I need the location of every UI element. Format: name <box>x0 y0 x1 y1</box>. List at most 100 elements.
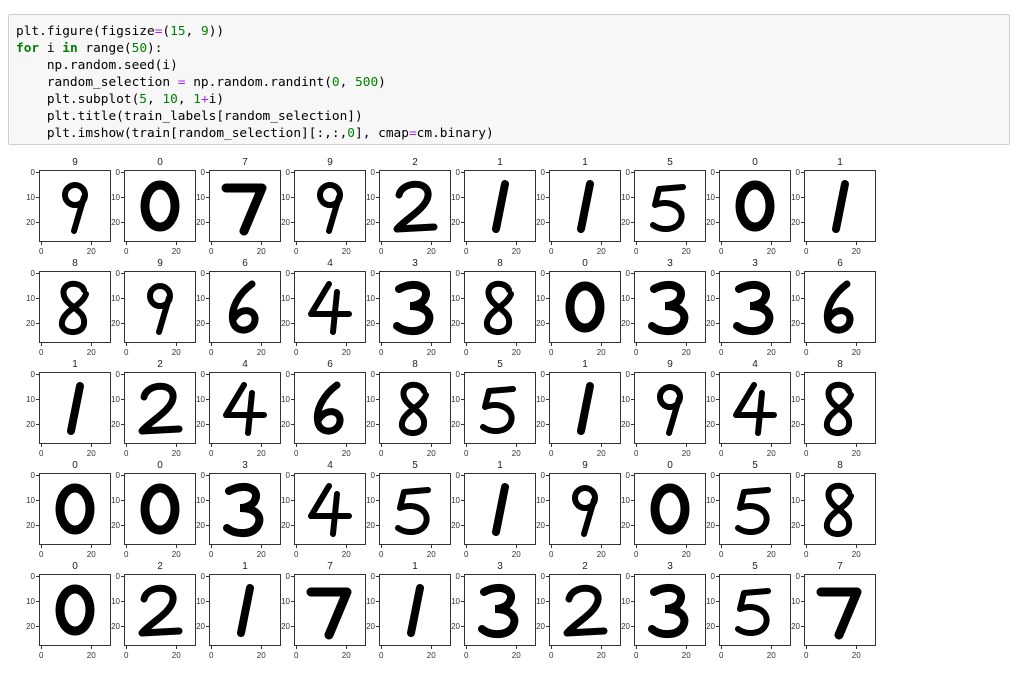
x-tick-mark <box>431 444 433 447</box>
y-tick-mark <box>376 222 379 224</box>
digit-subplot: 2 0 10 20 0 20 <box>96 561 196 661</box>
x-tick-label: 0 <box>379 247 384 256</box>
x-tick-label: 20 <box>851 651 861 660</box>
x-tick-mark <box>771 242 773 245</box>
y-tick-mark <box>461 626 464 628</box>
y-tick-mark <box>36 475 39 477</box>
x-tick-mark <box>431 343 433 346</box>
x-tick-label: 0 <box>294 247 299 256</box>
x-tick-label: 0 <box>124 550 129 559</box>
y-tick-mark <box>461 424 464 426</box>
y-tick-label: 20 <box>791 520 800 530</box>
y-tick-mark <box>121 525 124 527</box>
digit-subplot: 1 0 10 20 0 20 <box>776 157 876 257</box>
x-tick-mark <box>686 646 688 649</box>
y-tick-label: 10 <box>621 596 630 606</box>
digit-image <box>804 574 876 646</box>
digit-subplot: 1 0 10 20 0 20 <box>181 561 281 661</box>
x-tick-mark <box>431 545 433 548</box>
y-tick-label: 0 <box>115 167 120 177</box>
x-tick-mark <box>721 444 723 447</box>
digit-subplot: 5 0 10 20 0 20 <box>606 157 706 257</box>
y-tick-label: 20 <box>366 520 375 530</box>
y-tick-mark <box>461 399 464 401</box>
y-tick-mark <box>716 273 719 275</box>
y-tick-label: 20 <box>536 318 545 328</box>
digit-glyph <box>816 587 862 640</box>
y-tick-label: 0 <box>200 470 205 480</box>
x-tick-mark <box>601 343 603 346</box>
y-tick-mark <box>631 601 634 603</box>
y-tick-mark <box>631 525 634 527</box>
digit-subplot: 3 0 10 20 0 20 <box>606 258 706 358</box>
x-tick-mark <box>431 242 433 245</box>
y-tick-label: 10 <box>536 192 545 202</box>
x-tick-label: 0 <box>209 449 214 458</box>
y-tick-label: 20 <box>621 318 630 328</box>
x-tick-mark <box>686 242 688 245</box>
subplot-title: 7 <box>837 561 843 572</box>
x-tick-mark <box>91 545 93 548</box>
x-tick-mark <box>381 343 383 346</box>
x-tick-mark <box>686 545 688 548</box>
y-tick-mark <box>631 626 634 628</box>
x-tick-label: 0 <box>804 449 809 458</box>
digit-subplot: 5 0 10 20 0 20 <box>436 359 536 459</box>
y-tick-mark <box>36 273 39 275</box>
x-tick-mark <box>721 646 723 649</box>
y-tick-mark <box>291 475 294 477</box>
x-tick-mark <box>516 444 518 447</box>
digit-subplot: 6 0 10 20 0 20 <box>776 258 876 358</box>
y-tick-mark <box>36 197 39 199</box>
x-tick-label: 0 <box>464 550 469 559</box>
y-tick-mark <box>121 197 124 199</box>
y-tick-label: 0 <box>30 470 35 480</box>
digit-subplot: 1 0 10 20 0 20 <box>351 561 451 661</box>
y-tick-mark <box>546 273 549 275</box>
y-tick-mark <box>376 475 379 477</box>
x-tick-mark <box>41 242 43 245</box>
x-tick-label: 0 <box>549 449 554 458</box>
digit-subplot: 8 0 10 20 0 20 <box>351 359 451 459</box>
y-tick-label: 0 <box>455 571 460 581</box>
x-tick-label: 0 <box>549 651 554 660</box>
x-tick-mark <box>551 242 553 245</box>
y-tick-mark <box>36 323 39 325</box>
x-tick-mark <box>551 343 553 346</box>
y-tick-mark <box>206 222 209 224</box>
x-tick-mark <box>381 545 383 548</box>
x-tick-label: 0 <box>379 651 384 660</box>
y-tick-label: 10 <box>706 596 715 606</box>
y-tick-label: 0 <box>455 268 460 278</box>
x-tick-mark <box>551 444 553 447</box>
x-tick-mark <box>721 343 723 346</box>
y-tick-label: 20 <box>451 520 460 530</box>
y-tick-mark <box>716 500 719 502</box>
y-tick-label: 0 <box>540 571 545 581</box>
x-tick-mark <box>126 646 128 649</box>
subplot-title: 8 <box>837 460 843 471</box>
y-tick-label: 10 <box>26 394 35 404</box>
y-tick-mark <box>291 525 294 527</box>
y-tick-label: 0 <box>115 369 120 379</box>
x-tick-label: 20 <box>851 348 861 357</box>
y-tick-label: 0 <box>115 571 120 581</box>
y-tick-label: 0 <box>285 571 290 581</box>
x-tick-mark <box>91 646 93 649</box>
x-tick-mark <box>296 545 298 548</box>
y-tick-label: 10 <box>26 293 35 303</box>
y-tick-label: 20 <box>621 217 630 227</box>
y-tick-mark <box>546 197 549 199</box>
y-tick-mark <box>376 399 379 401</box>
y-tick-label: 20 <box>366 217 375 227</box>
x-tick-mark <box>806 242 808 245</box>
y-tick-label: 10 <box>366 596 375 606</box>
y-tick-mark <box>716 576 719 578</box>
y-tick-label: 0 <box>540 470 545 480</box>
digit-subplot: 8 0 10 20 0 20 <box>776 359 876 459</box>
y-tick-mark <box>461 323 464 325</box>
y-tick-label: 20 <box>706 520 715 530</box>
y-tick-mark <box>206 601 209 603</box>
y-tick-label: 10 <box>451 596 460 606</box>
digit-subplot: 0 0 10 20 0 20 <box>11 460 111 560</box>
